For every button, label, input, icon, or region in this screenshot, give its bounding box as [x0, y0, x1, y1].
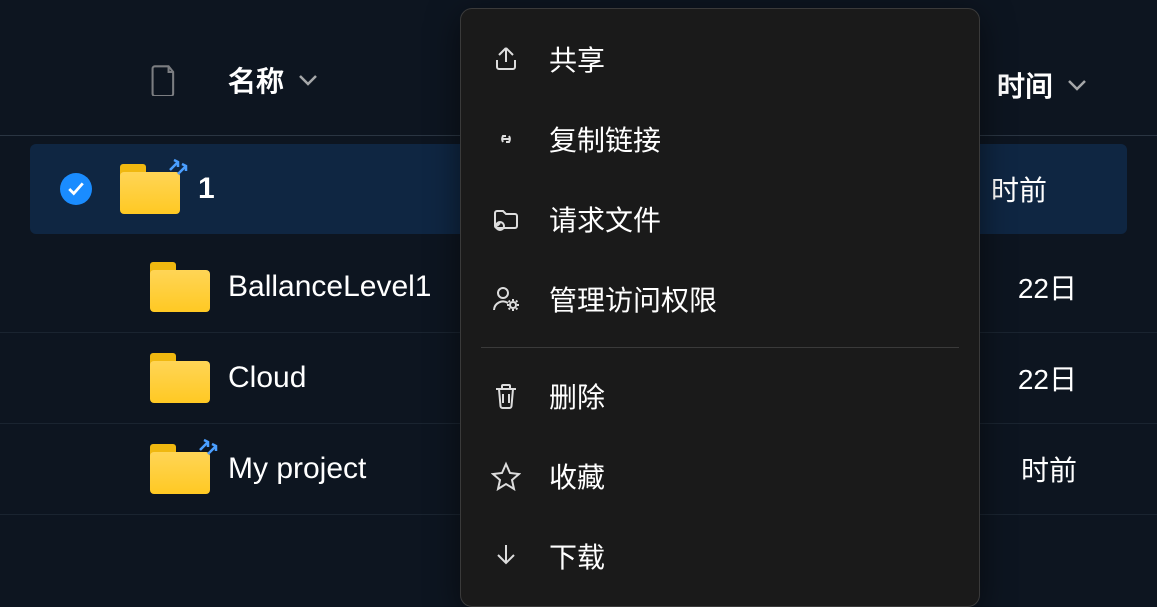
menu-label: 请求文件 [549, 199, 661, 239]
menu-delete[interactable]: 删除 [461, 356, 979, 436]
file-name: BallanceLevel1 [228, 270, 431, 304]
file-name: My project [228, 452, 366, 486]
menu-label: 删除 [549, 376, 605, 416]
folder-icon [150, 262, 210, 312]
menu-request-files[interactable]: 请求文件 [461, 179, 979, 259]
menu-label: 管理访问权限 [549, 279, 717, 319]
column-header-time[interactable]: 时间 [997, 65, 1087, 105]
menu-download[interactable]: 下载 [461, 516, 979, 596]
trash-icon [491, 381, 521, 411]
share-badge-icon [198, 436, 218, 456]
time-header-label: 时间 [997, 65, 1053, 105]
star-icon [491, 461, 521, 491]
file-time: 22日 [1018, 358, 1077, 398]
folder-request-icon [491, 204, 521, 234]
link-icon [491, 124, 521, 154]
file-name: Cloud [228, 361, 306, 395]
menu-favorite[interactable]: 收藏 [461, 436, 979, 516]
user-gear-icon [491, 284, 521, 314]
folder-icon [150, 353, 210, 403]
download-icon [491, 541, 521, 571]
folder-icon [150, 444, 210, 494]
share-badge-icon [168, 156, 188, 176]
menu-label: 复制链接 [549, 119, 661, 159]
file-icon [150, 64, 178, 96]
folder-icon [120, 164, 180, 214]
row-select-placeholder[interactable] [60, 362, 92, 394]
file-time: 时前 [991, 169, 1047, 209]
menu-label: 收藏 [549, 456, 605, 496]
menu-label: 下载 [549, 536, 605, 576]
menu-copy-link[interactable]: 复制链接 [461, 99, 979, 179]
share-icon [491, 44, 521, 74]
menu-divider [481, 347, 959, 348]
column-header-name[interactable]: 名称 [228, 60, 318, 100]
row-select-placeholder[interactable] [60, 453, 92, 485]
file-time: 22日 [1018, 267, 1077, 307]
file-name: 1 [198, 172, 215, 206]
file-time: 时前 [1021, 449, 1077, 489]
row-select-placeholder[interactable] [60, 271, 92, 303]
check-icon[interactable] [60, 173, 92, 205]
context-menu: 共享 复制链接 请求文件 管理访问权限 [460, 8, 980, 607]
name-header-label: 名称 [228, 60, 284, 100]
menu-share[interactable]: 共享 [461, 19, 979, 99]
menu-label: 共享 [549, 39, 605, 79]
menu-manage-access[interactable]: 管理访问权限 [461, 259, 979, 339]
chevron-down-icon [298, 74, 318, 86]
chevron-down-icon [1067, 79, 1087, 91]
